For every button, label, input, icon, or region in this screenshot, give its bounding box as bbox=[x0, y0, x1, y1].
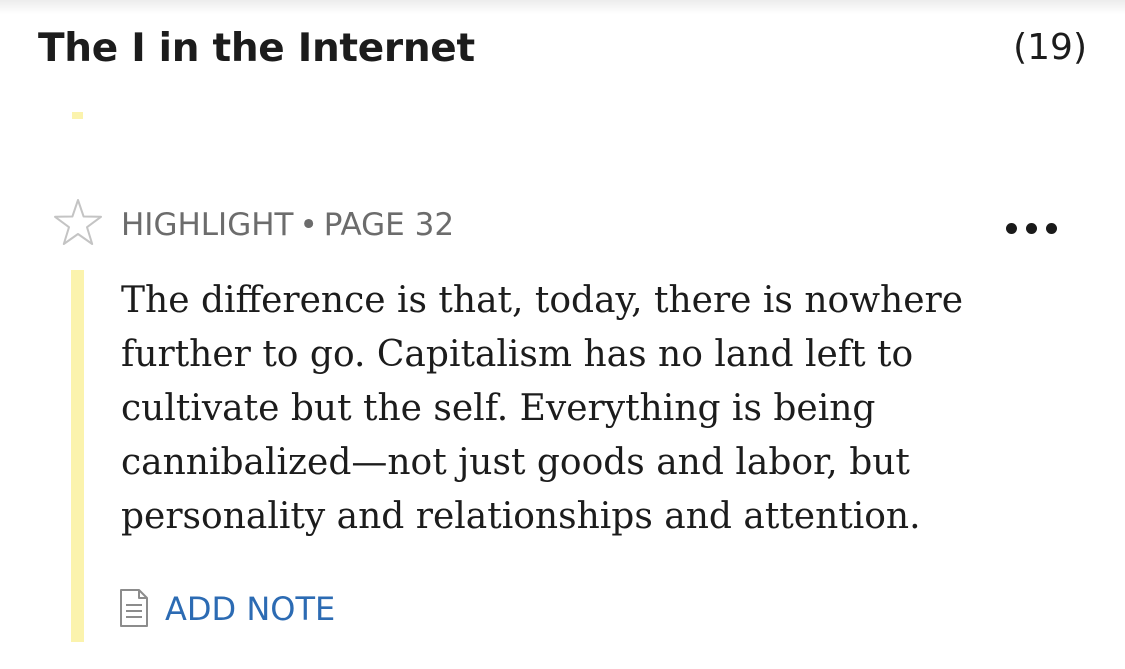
page-label: PAGE 32 bbox=[323, 207, 455, 243]
highlight-color-bar bbox=[71, 270, 84, 642]
more-dot bbox=[1005, 222, 1017, 234]
previous-highlight-marker bbox=[72, 112, 83, 119]
more-dot bbox=[1025, 222, 1037, 234]
highlight-meta: HIGHLIGHT • PAGE 32 bbox=[121, 207, 454, 243]
meta-separator: • bbox=[299, 207, 318, 243]
highlight-text[interactable]: The difference is that, today, there is … bbox=[121, 274, 1081, 544]
more-dot bbox=[1045, 222, 1057, 234]
top-edge-shadow bbox=[0, 0, 1125, 14]
more-options-icon[interactable] bbox=[994, 210, 1068, 246]
chapter-title[interactable]: The I in the Internet bbox=[38, 26, 475, 71]
highlight-type-label: HIGHLIGHT bbox=[121, 207, 294, 243]
note-document-icon[interactable] bbox=[118, 588, 150, 628]
highlight-count: (19) bbox=[1013, 27, 1087, 68]
add-note-button[interactable]: ADD NOTE bbox=[165, 590, 335, 628]
star-outline-icon[interactable] bbox=[50, 196, 106, 252]
